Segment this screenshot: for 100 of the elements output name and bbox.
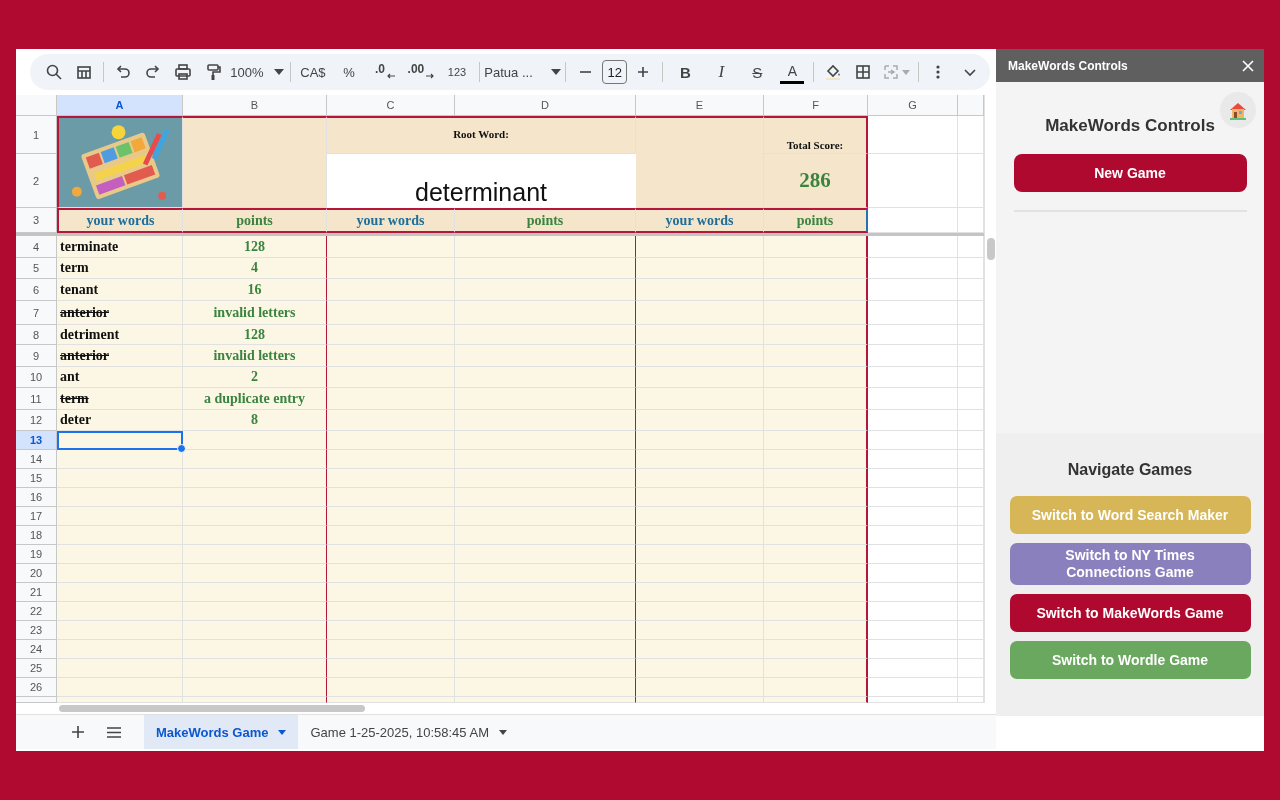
italic-button[interactable]: I	[704, 58, 739, 86]
row-header[interactable]: 7	[16, 301, 57, 325]
currency-button[interactable]: CA$	[295, 58, 330, 86]
minus-button[interactable]	[580, 71, 592, 73]
caret-icon	[902, 69, 911, 75]
column-label: your words	[57, 208, 183, 233]
column-label: points	[183, 208, 327, 233]
row-header[interactable]: 15	[16, 469, 57, 488]
more-vertical	[935, 65, 940, 79]
total-score-label: Total Score:	[764, 116, 868, 154]
sheet-tab[interactable]: Game 1-25-2025, 10:58:45 AM	[298, 715, 519, 749]
print	[173, 63, 192, 81]
bold-button[interactable]: B	[668, 58, 703, 86]
points-cell: a duplicate entry	[183, 388, 327, 410]
column-label: your words	[636, 208, 764, 233]
home-button[interactable]	[1220, 92, 1256, 128]
row-header[interactable]: 16	[16, 488, 57, 507]
row-header[interactable]: 6	[16, 279, 57, 301]
house-icon	[1228, 100, 1248, 120]
row-header[interactable]: 21	[16, 583, 57, 602]
number-format-button[interactable]: 123	[439, 58, 474, 86]
column-header[interactable]: B	[183, 95, 327, 116]
column-header[interactable]: G	[868, 95, 958, 116]
row-header[interactable]: 26	[16, 678, 57, 697]
sheet-tab[interactable]: MakeWords Game	[144, 715, 299, 749]
row-header[interactable]: 17	[16, 507, 57, 526]
selected-cell[interactable]	[57, 431, 183, 450]
font-size-field[interactable]: 12	[602, 60, 628, 84]
word-cell: anterior	[57, 345, 183, 367]
row-header[interactable]: 2	[16, 154, 57, 208]
caret-icon	[273, 69, 284, 75]
points-cell: 8	[183, 410, 327, 431]
navigate-button[interactable]: Switch to MakeWords Game	[1009, 594, 1251, 632]
plus-icon	[72, 726, 84, 738]
row-header[interactable]: 19	[16, 545, 57, 564]
root-word-label: Root Word:	[327, 116, 636, 154]
corner-cell[interactable]	[16, 95, 57, 116]
row-header[interactable]: 12	[16, 410, 57, 431]
new-game-button[interactable]: New Game	[1013, 154, 1247, 192]
text-color-button[interactable]: A	[780, 60, 805, 84]
points-cell: 2	[183, 367, 327, 388]
word-cell: tenant	[57, 279, 183, 301]
strikethrough-button[interactable]: S	[740, 58, 775, 86]
search-button[interactable]	[45, 63, 63, 81]
row-header[interactable]: 25	[16, 659, 57, 678]
word-cell: anterior	[57, 301, 183, 325]
row-header[interactable]: 13	[16, 431, 57, 450]
font-dropdown[interactable]: Patua ...	[484, 58, 561, 86]
row-header[interactable]: 3	[16, 208, 57, 233]
zoom-dropdown[interactable]: 100%	[228, 58, 286, 86]
caret-icon	[499, 729, 507, 735]
row-header[interactable]: 5	[16, 258, 57, 279]
paint-bucket	[824, 63, 843, 81]
redo-button[interactable]	[143, 63, 162, 81]
row-header[interactable]: 4	[16, 236, 57, 258]
row-header[interactable]: 10	[16, 367, 57, 388]
column-header[interactable]: D	[455, 95, 636, 116]
points-cell: invalid letters	[183, 301, 327, 325]
column-header[interactable]: C	[327, 95, 455, 116]
column-header[interactable]: E	[636, 95, 764, 116]
word-cell: detriment	[57, 325, 183, 345]
table	[75, 63, 93, 81]
percent-button[interactable]: %	[331, 58, 366, 86]
column-label: points	[455, 208, 636, 233]
navigate-button[interactable]: Switch to NY Times Connections Game	[1009, 543, 1251, 585]
caret-icon	[278, 729, 287, 735]
more-vertical-button[interactable]	[935, 65, 940, 79]
row-header[interactable]: 11	[16, 388, 57, 410]
print-button[interactable]	[173, 63, 192, 81]
column-header[interactable]: F	[764, 95, 868, 116]
merge-icon	[882, 63, 901, 81]
points-cell: 128	[183, 325, 327, 345]
table-button[interactable]	[75, 63, 93, 81]
points-cell: 128	[183, 236, 327, 258]
row-header[interactable]: 8	[16, 325, 57, 345]
sidebar-title: MakeWords Controls	[1008, 58, 1128, 73]
row-header[interactable]: 22	[16, 602, 57, 621]
minus	[580, 71, 592, 73]
close-button[interactable]	[1242, 59, 1254, 72]
word-cell: ant	[57, 367, 183, 388]
row-header[interactable]: 24	[16, 640, 57, 659]
borders-button[interactable]	[854, 63, 873, 81]
section-heading: Navigate Games	[1067, 461, 1193, 479]
row-header[interactable]: 18	[16, 526, 57, 545]
word-cell: term	[57, 258, 183, 279]
close-icon	[1242, 59, 1254, 72]
row-header[interactable]: 20	[16, 564, 57, 583]
menu-icon	[107, 726, 121, 738]
word-cell: terminate	[57, 236, 183, 258]
column-header[interactable]: A	[57, 95, 183, 116]
borders	[854, 63, 873, 81]
row-header[interactable]: 14	[16, 450, 57, 469]
search	[45, 63, 63, 81]
increase-decimal-button[interactable]: .00	[403, 58, 438, 86]
paint-bucket-button[interactable]	[824, 63, 843, 81]
decrease-decimal-button[interactable]: .0	[367, 58, 402, 86]
row-header[interactable]: 1	[16, 116, 57, 154]
row-header[interactable]: 23	[16, 621, 57, 640]
word-cell: term	[57, 388, 183, 410]
row-header[interactable]: 9	[16, 345, 57, 367]
